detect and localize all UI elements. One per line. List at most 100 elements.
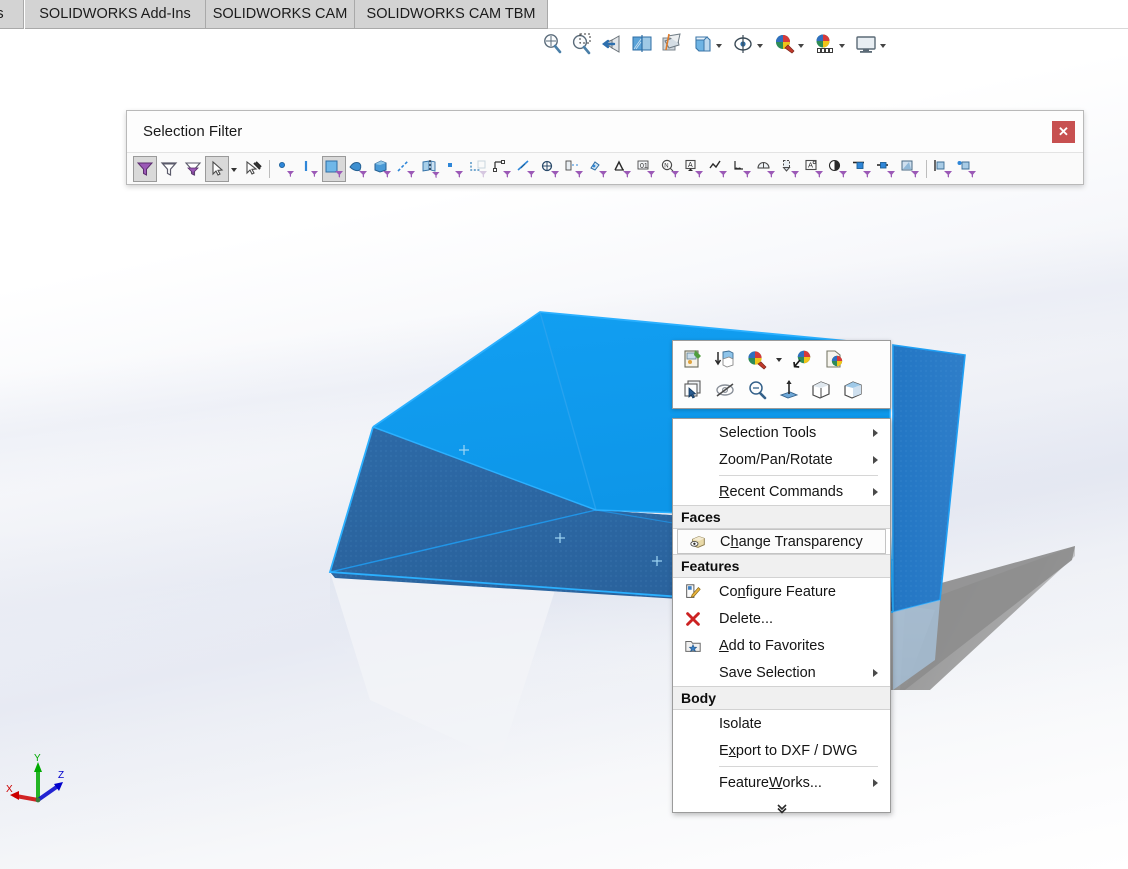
menu-item-selection-tools[interactable]: Selection Tools	[673, 419, 890, 446]
tab-solidworks-add-ins[interactable]: SOLIDWORKS Add-Ins	[25, 0, 206, 29]
copy-appearance-icon[interactable]	[821, 346, 849, 374]
filter-weld-beads-icon[interactable]	[730, 156, 754, 182]
insert-into-new-part-icon[interactable]	[711, 346, 739, 374]
toolbar-separator	[265, 158, 274, 180]
zoom-to-selection-icon[interactable]	[743, 376, 771, 404]
filter-midpoints-icon[interactable]	[490, 156, 514, 182]
menu-header-body: Body	[673, 686, 890, 710]
display-style-icon[interactable]	[690, 31, 714, 57]
view-settings-icon[interactable]	[854, 31, 878, 57]
filter-datum-target-icon[interactable]	[754, 156, 778, 182]
section-view-icon[interactable]	[630, 31, 654, 57]
filter-center-marks-icon[interactable]	[514, 156, 538, 182]
select-pointer-icon[interactable]	[205, 155, 229, 182]
appearances-dropdown-arrow[interactable]	[775, 346, 785, 374]
close-icon[interactable]: ✕	[1052, 121, 1075, 143]
filter-solid-bodies-icon[interactable]	[370, 156, 394, 182]
apply-scene-dropdown-arrow[interactable]	[837, 31, 848, 57]
filter-cosmetic-thread-icon[interactable]	[778, 156, 802, 182]
change-transparency-icon[interactable]	[839, 376, 867, 404]
appearances-icon[interactable]	[743, 346, 771, 374]
tab-label: SOLIDWORKS Add-Ins	[39, 6, 191, 22]
hide-show-items-icon[interactable]	[731, 31, 755, 57]
menu-item-export-to-dxf-dwg[interactable]: Export to DXF / DWG	[673, 737, 890, 764]
menu-item-configure-feature[interactable]: Configure Feature	[673, 578, 890, 605]
filter-balloons-icon[interactable]: N	[658, 156, 682, 182]
tab-options-truncated[interactable]: ons	[0, 0, 24, 29]
menu-item-label: Save Selection	[719, 664, 816, 681]
filter-surface-bodies-icon[interactable]	[346, 156, 370, 182]
svg-text:A: A	[808, 160, 813, 169]
filter-axes-icon[interactable]	[394, 156, 418, 182]
filter-sketch-segments-icon[interactable]	[466, 156, 490, 182]
menu-item-label: Delete...	[719, 610, 773, 627]
edit-appearance-icon[interactable]	[772, 31, 796, 57]
filter-notes-icon[interactable]: 01	[634, 156, 658, 182]
filter-blocks3-icon[interactable]	[874, 156, 898, 182]
transparency-icon	[688, 532, 708, 552]
favorites-icon	[683, 636, 703, 656]
menu-item-label: Recent Commands	[719, 483, 844, 500]
menu-item-save-selection[interactable]: Save Selection	[673, 659, 890, 686]
filter-weld-symbols-icon[interactable]	[706, 156, 730, 182]
normal-to-icon[interactable]	[775, 376, 803, 404]
solidworks-window: ons SOLIDWORKS Add-Ins SOLIDWORKS CAM SO…	[0, 0, 1128, 869]
menu-item-isolate[interactable]: Isolate	[673, 710, 890, 737]
filter-blocks2-icon[interactable]	[850, 156, 874, 182]
menu-item-recent-commands[interactable]: Recent Commands	[673, 478, 890, 505]
select-over-geometry-icon[interactable]	[241, 156, 265, 182]
mini-toolbar-row-1	[679, 345, 884, 375]
filter-vertices-icon[interactable]	[274, 156, 298, 182]
zoom-to-area-icon[interactable]	[570, 31, 594, 57]
filter-faces-icon[interactable]	[322, 155, 346, 182]
filter-sketch-points-icon[interactable]	[442, 156, 466, 182]
previous-view-icon[interactable]	[600, 31, 624, 57]
menu-item-change-transparency[interactable]: Change Transparency	[677, 529, 886, 554]
menu-item-zoom-pan-rotate[interactable]: Zoom/Pan/Rotate	[673, 446, 890, 473]
filter-edges-icon[interactable]	[298, 156, 322, 182]
filter-annotation-icon[interactable]: A	[802, 156, 826, 182]
filter-surface-finish-icon[interactable]	[610, 156, 634, 182]
viewport-gradient-band	[0, 212, 1128, 508]
invert-selection-icon[interactable]	[181, 156, 205, 182]
tab-solidworks-cam-tbm[interactable]: SOLIDWORKS CAM TBM	[355, 0, 548, 29]
hide-show-items-dropdown-arrow[interactable]	[755, 31, 766, 57]
filter-point-weld-icon[interactable]	[955, 156, 979, 182]
edit-appearance-dropdown-arrow[interactable]	[796, 31, 807, 57]
select-pointer-dropdown-arrow[interactable]	[229, 156, 241, 182]
selection-filter-titlebar[interactable]: Selection Filter ✕	[127, 111, 1083, 153]
delete-icon	[683, 609, 703, 629]
filter-datum-feature-icon[interactable]: A	[682, 156, 706, 182]
clear-all-filters-icon[interactable]	[157, 156, 181, 182]
edit-feature-icon[interactable]	[679, 346, 707, 374]
view-orientation-icon[interactable]	[660, 31, 684, 57]
axis-triad: Y X Z	[6, 753, 64, 803]
hide-icon[interactable]	[711, 376, 739, 404]
filter-on-icon[interactable]	[133, 155, 157, 182]
filter-hole-callouts-icon[interactable]	[586, 156, 610, 182]
filter-dimensions-icon[interactable]	[562, 156, 586, 182]
menu-item-add-to-favorites[interactable]: Add to Favorites	[673, 632, 890, 659]
menu-item-label: Zoom/Pan/Rotate	[719, 451, 833, 468]
menu-item-featureworks[interactable]: FeatureWorks...	[673, 769, 890, 796]
chevron-right-icon	[873, 668, 878, 677]
filter-planes-icon[interactable]	[418, 156, 442, 182]
filter-dowel-pin-icon[interactable]	[898, 156, 922, 182]
svg-text:A: A	[688, 162, 693, 169]
display-style-dropdown-arrow[interactable]	[714, 31, 725, 57]
apply-scene-icon[interactable]	[813, 31, 837, 57]
filter-centerlines-icon[interactable]	[538, 156, 562, 182]
tab-solidworks-cam[interactable]: SOLIDWORKS CAM	[206, 0, 355, 29]
filter-weldment-icon[interactable]	[931, 156, 955, 182]
viewport-gradient-band	[0, 367, 1128, 703]
view-settings-dropdown-arrow[interactable]	[878, 31, 889, 57]
filter-block-icon[interactable]	[826, 156, 850, 182]
context-menu: Selection Tools Zoom/Pan/Rotate Recent C…	[672, 418, 891, 814]
zoom-to-fit-icon[interactable]	[540, 31, 564, 57]
expand-menu-chevron-icon[interactable]	[673, 796, 890, 822]
isolate-body-icon[interactable]	[807, 376, 835, 404]
viewport-gradient-band	[0, 552, 1128, 868]
menu-item-delete[interactable]: Delete...	[673, 605, 890, 632]
select-other-icon[interactable]	[679, 376, 707, 404]
remove-appearance-icon[interactable]	[789, 346, 817, 374]
